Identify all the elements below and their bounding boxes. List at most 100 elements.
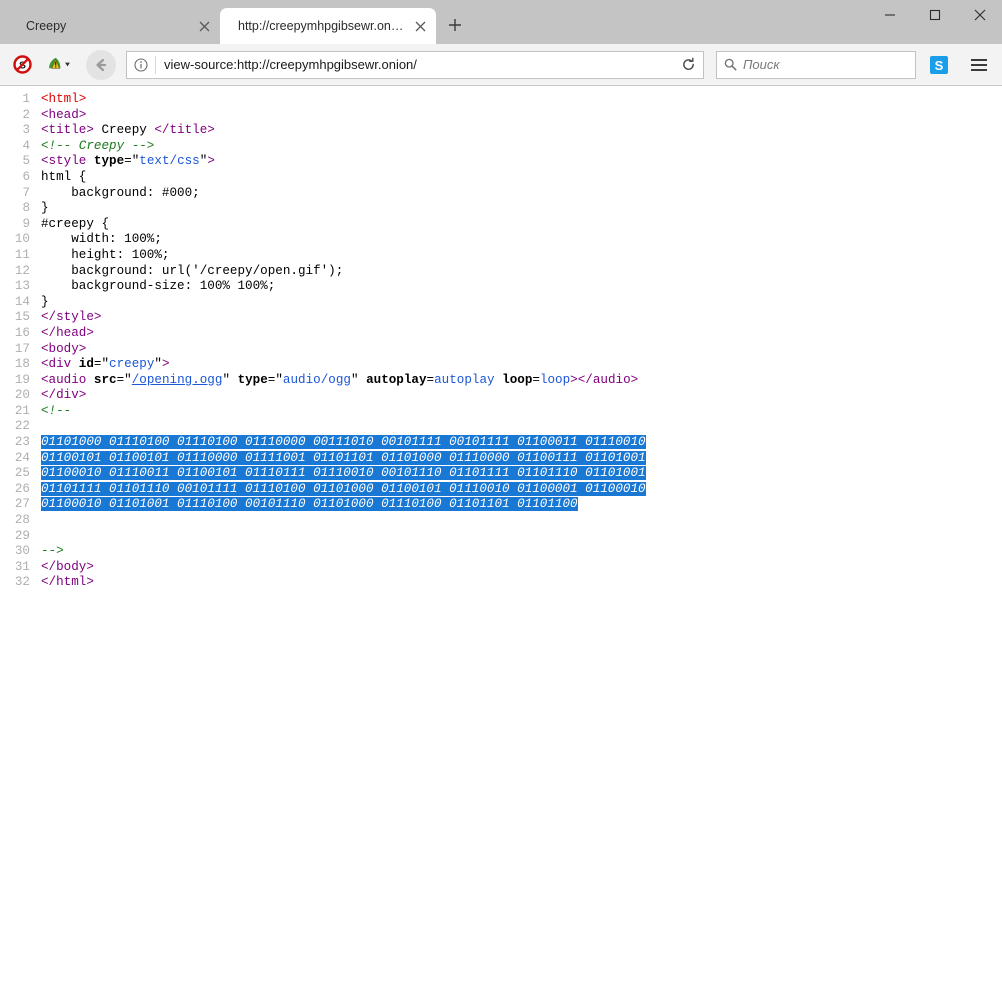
code-token-plain: height: 100%; xyxy=(41,248,169,262)
code-token-attr: id xyxy=(79,357,94,371)
noscript-icon[interactable]: S xyxy=(8,51,36,79)
url-input[interactable]: view-source:http://creepymhpgibsewr.onio… xyxy=(156,57,673,72)
code-token-val: creepy xyxy=(109,357,154,371)
line-number: 16 xyxy=(0,326,30,342)
code-token-attr: autoplay xyxy=(366,373,426,387)
line-number: 8 xyxy=(0,201,30,217)
line-number: 31 xyxy=(0,560,30,576)
code-token-plain: #creepy { xyxy=(41,217,109,231)
code-token-plain: Creepy xyxy=(94,123,154,137)
code-token-plain xyxy=(71,357,79,371)
menu-bar-1 xyxy=(971,59,987,61)
line-number: 21 xyxy=(0,404,30,420)
code-token-plain: " xyxy=(351,373,366,387)
line-number: 3 xyxy=(0,123,30,139)
new-tab-button[interactable] xyxy=(440,10,470,40)
code-token-sel: 01101000 01110100 01110100 01110000 0011… xyxy=(41,435,646,449)
code-token-sel: 01100101 01100101 01110000 01111001 0110… xyxy=(41,451,646,465)
code-token-plain: = xyxy=(532,373,540,387)
code-token-tag: </html> xyxy=(41,575,94,589)
line-number: 32 xyxy=(0,575,30,591)
close-button[interactable] xyxy=(957,0,1002,30)
code-token-tag: <div xyxy=(41,357,71,371)
line-number: 15 xyxy=(0,310,30,326)
minimize-button[interactable] xyxy=(867,0,912,30)
search-input[interactable]: Поиск xyxy=(743,57,780,72)
code-token-plain: =" xyxy=(117,373,132,387)
tab-title: Creepy xyxy=(26,19,194,33)
svg-text:S: S xyxy=(935,58,944,73)
code-token-attr: loop xyxy=(502,373,532,387)
tab-close-icon[interactable] xyxy=(410,16,430,36)
code-token-val: loop xyxy=(540,373,570,387)
line-number: 5 xyxy=(0,154,30,170)
code-token-plain: background: url('/creepy/open.gif'); xyxy=(41,264,343,278)
code-token-comment: --> xyxy=(41,544,64,558)
code-token-plain: = xyxy=(124,154,132,168)
code-token-tag: <body> xyxy=(41,342,86,356)
skype-icon[interactable]: S xyxy=(926,52,952,78)
line-number: 10 xyxy=(0,232,30,248)
menu-bar-2 xyxy=(971,64,987,66)
url-bar[interactable]: view-source:http://creepymhpgibsewr.onio… xyxy=(126,51,704,79)
code-token-plain: =" xyxy=(268,373,283,387)
title-bar: Creepy http://creepymhpgibsewr.oni... xyxy=(0,0,1002,44)
menu-bar-3 xyxy=(971,69,987,71)
code-token-comment: <!-- xyxy=(41,404,71,418)
reload-icon[interactable] xyxy=(673,52,703,78)
tab-title: http://creepymhpgibsewr.oni... xyxy=(238,19,410,33)
line-number: 13 xyxy=(0,279,30,295)
code-token-plain: = xyxy=(427,373,435,387)
line-number: 30 xyxy=(0,544,30,560)
code-token-comment: <!-- Creepy --> xyxy=(41,139,154,153)
line-number: 11 xyxy=(0,248,30,264)
line-number: 27 xyxy=(0,497,30,513)
code-token-tag: > xyxy=(570,373,578,387)
line-number: 2 xyxy=(0,108,30,124)
code-token-tag: > xyxy=(162,357,170,371)
code-token-tag: </body> xyxy=(41,560,94,574)
page-info-icon[interactable] xyxy=(127,52,155,78)
line-number: 24 xyxy=(0,451,30,467)
code-token-attr: src xyxy=(94,373,117,387)
code-token-val: audio/ogg xyxy=(283,373,351,387)
line-number: 1 xyxy=(0,92,30,108)
code-token-plain: " xyxy=(154,357,162,371)
tab-creepy[interactable]: Creepy xyxy=(8,8,220,44)
code-token-plain: background-size: 100% 100%; xyxy=(41,279,275,293)
tor-onion-icon[interactable] xyxy=(40,51,76,79)
tab-view-source[interactable]: http://creepymhpgibsewr.oni... xyxy=(220,8,436,44)
source-code[interactable]: 1<html> 2<head> 3<title> Creepy </title>… xyxy=(0,92,1002,591)
code-token-tag: </title> xyxy=(154,123,214,137)
code-token-plain: background: #000; xyxy=(41,186,200,200)
line-number: 23 xyxy=(0,435,30,451)
code-token-tag: </div> xyxy=(41,388,86,402)
line-number: 18 xyxy=(0,357,30,373)
code-token-plain: =" xyxy=(94,357,109,371)
navigation-toolbar: S xyxy=(0,44,1002,86)
code-token-tag: </audio> xyxy=(578,373,638,387)
line-number: 14 xyxy=(0,295,30,311)
code-token-sel: 01100010 01101001 01110100 00101110 0110… xyxy=(41,497,578,511)
code-token-tag: <audio xyxy=(41,373,86,387)
search-icon xyxy=(717,52,743,78)
browser-window: Creepy http://creepymhpgibsewr.oni... xyxy=(0,0,1002,986)
code-token-plain: } xyxy=(41,201,49,215)
tab-strip: Creepy http://creepymhpgibsewr.oni... xyxy=(0,0,867,44)
code-token-plain xyxy=(86,373,94,387)
maximize-button[interactable] xyxy=(912,0,957,30)
hamburger-menu-icon[interactable] xyxy=(964,51,994,79)
tab-close-icon[interactable] xyxy=(194,16,214,36)
line-number: 12 xyxy=(0,264,30,280)
line-number: 25 xyxy=(0,466,30,482)
code-token-val-link[interactable]: /opening.ogg xyxy=(132,373,223,387)
search-bar[interactable]: Поиск xyxy=(716,51,916,79)
back-button[interactable] xyxy=(86,50,116,80)
code-token-attr: type xyxy=(238,373,268,387)
code-token-plain: html { xyxy=(41,170,86,184)
code-token-plain xyxy=(495,373,503,387)
line-number: 29 xyxy=(0,529,30,545)
code-token-plain: " xyxy=(222,373,237,387)
code-token-tag: <title> xyxy=(41,123,94,137)
line-number: 28 xyxy=(0,513,30,529)
